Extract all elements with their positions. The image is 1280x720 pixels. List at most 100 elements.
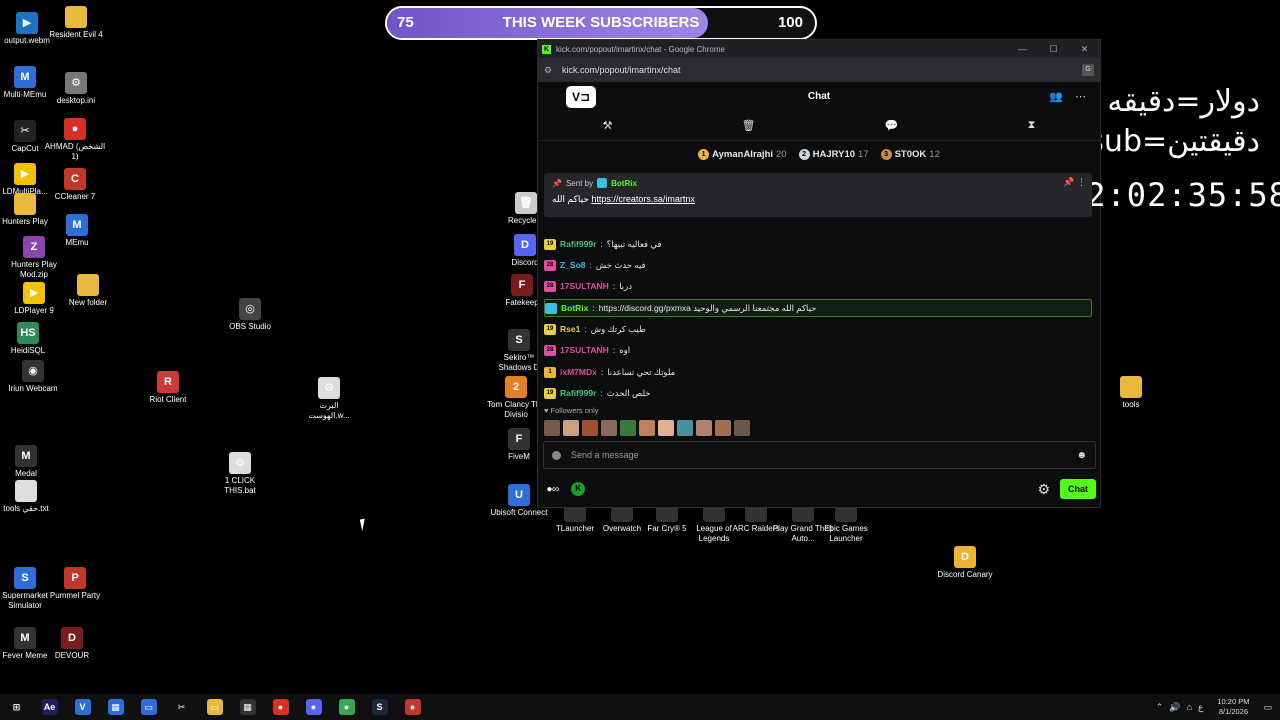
network-icon[interactable]: ⌂ [1187,702,1192,712]
desktop-icon-obs-studio[interactable]: ◎ OBS Studio [219,298,281,332]
maximize-icon[interactable]: ☐ [1038,44,1069,55]
pinned-link[interactable]: https://creators.sa/imartnx [591,194,695,204]
desktop-icon-click-this-bat[interactable]: ⚙ 1 CLICK THIS.bat [209,452,271,496]
users-icon[interactable]: 👥 [1049,90,1063,103]
desktop-icon-tools-folder[interactable]: tools [1100,376,1162,410]
taskbar-button[interactable]: ▭ [198,694,231,720]
leaderboard-entry[interactable]: 3 ST0OK 12 [880,148,940,160]
minimize-icon[interactable]: — [1007,44,1038,55]
notifications-icon[interactable]: ▭ [1263,702,1272,713]
follower-avatar[interactable] [696,420,712,436]
follower-avatar[interactable] [620,420,636,436]
taskbar-button[interactable]: ▦ [99,694,132,720]
follower-avatar[interactable] [715,420,731,436]
rank-medal-icon: 3 [880,148,892,160]
follower-avatar[interactable] [658,420,674,436]
taskbar-button[interactable]: S [363,694,396,720]
translate-icon[interactable]: G [1082,64,1094,76]
ldplayer-icon: ▶ [23,282,45,304]
tray-chevron-icon[interactable]: ⌃ [1156,702,1164,713]
pinned-message[interactable]: 📌 Sent by BotRix https://creators.sa/ima… [544,173,1092,217]
chat-username[interactable]: Rse1 [560,324,580,334]
hourglass-icon[interactable]: ⧗ [1028,119,1036,132]
url-text[interactable]: kick.com/popout/imartinx/chat [562,65,681,75]
taskbar-button[interactable]: ▭ [132,694,165,720]
chat-message[interactable]: 19 Rafif999r: خلص الحدث [544,384,1092,402]
desktop-icon-pummel-party[interactable]: P Pummel Party [44,567,106,601]
chat-message[interactable]: BotRix: https://discord.gg/pxmxa حياكم ال… [544,299,1092,317]
channel-logo[interactable]: V⊐ [566,85,596,108]
more-options-icon[interactable]: ⋯ [1075,90,1086,103]
taskbar-button[interactable]: Ae [33,694,66,720]
site-info-icon[interactable]: ⚙ [544,65,554,76]
chat-input[interactable]: Send a message ☻ [543,441,1096,469]
steam-icon: S [371,699,388,715]
taskbar-button[interactable]: ● [264,694,297,720]
desktop-icon-label: OBS Studio [229,322,271,331]
follower-avatar[interactable] [639,420,655,436]
desktop-icon-iriun-webcam[interactable]: ◉ Iriun Webcam [2,360,64,394]
settings-gear-icon[interactable]: ⚙ [1037,481,1050,498]
desktop-icon-discord-canary[interactable]: D Discord Canary [934,546,996,580]
chat-username[interactable]: 17SULTANH [560,345,609,355]
desktop-icon-devour[interactable]: D DEVOUR [41,627,103,661]
taskbar-button[interactable]: ● [297,694,330,720]
chat-bubble-icon[interactable]: 💬 [885,119,899,132]
follower-avatar[interactable] [601,420,617,436]
desktop-icon-ahmad-chrome[interactable]: ● AHMAD (الشخص 1) [44,118,106,162]
desktop-icon-ldplayer-9[interactable]: ▶ LDPlayer 9 [3,282,65,316]
chat-username[interactable]: Rafif999r [560,388,596,398]
leaderboard-count: 17 [858,148,869,160]
desktop-icon-riot-client[interactable]: R Riot Client [137,371,199,405]
chat-username[interactable]: Z_So8 [560,260,586,270]
chat-message[interactable]: 28 17SULTANH: دربا [544,277,1092,295]
desktop-icon-hunters-play-mod[interactable]: Z Hunters Play Mod.zip [3,236,65,280]
chat-message[interactable]: 28 17SULTANH: اوه [544,341,1092,359]
calendar-app-icon: ▦ [239,699,256,715]
ban-hammer-icon[interactable]: ⚒ [603,119,613,132]
chat-username[interactable]: Rafif999r [560,239,596,249]
send-chat-button[interactable]: Chat [1060,479,1096,499]
desktop-icon-desktop-ini[interactable]: ⚙ desktop.ini [45,72,107,106]
desktop-icon-tools-txt[interactable]: tools حقي.txt [0,480,57,514]
taskbar-button[interactable]: ⊞ [0,694,33,720]
leaderboard-entry[interactable]: 1 AymanAlrajhi 20 [698,148,787,160]
follower-avatar[interactable] [544,420,560,436]
trash-icon[interactable]: 🗑 [742,119,756,132]
chat-message[interactable]: 19 Rse1: طيب كرتك وش [544,320,1092,338]
channel-points-icon[interactable]: ⦁∞ [547,484,559,495]
follower-avatar[interactable] [582,420,598,436]
taskbar-button[interactable]: ✂ [165,694,198,720]
follower-avatar[interactable] [677,420,693,436]
riot-icon: R [157,371,179,393]
window-titlebar[interactable]: K kick.com/popout/imartinx/chat - Google… [538,40,1100,58]
chat-username[interactable]: ixM7MDx [560,367,597,377]
desktop-icon-resident-evil-4[interactable]: Resident Evil 4 [45,6,107,40]
desktop-icon-heidisql[interactable]: HS HeidiSQL [0,322,59,356]
follower-avatar[interactable] [734,420,750,436]
desktop-icon-new-folder[interactable]: New folder [57,274,119,308]
kick-rewards-icon[interactable]: K [571,482,586,496]
chat-message[interactable]: 28 Z_So8: فيه حدث خش [544,256,1092,274]
taskbar-button[interactable]: V [66,694,99,720]
volume-icon[interactable]: 🔊 [1169,702,1180,713]
chat-username[interactable]: 17SULTANH [560,281,609,291]
taskbar-button[interactable]: ▦ [231,694,264,720]
leaderboard-entry[interactable]: 2 HAJRY10 17 [798,148,869,160]
url-bar[interactable]: ⚙ kick.com/popout/imartinx/chat G [538,58,1100,82]
ldplayer-icon: ▶ [14,163,36,185]
taskbar-button[interactable]: ● [396,694,429,720]
chat-message[interactable]: 19 Rafif999r: في فعاليه تبيها؟ [544,235,1092,253]
emoji-icon[interactable]: ☻ [1076,450,1087,461]
desktop-icon-arabic-bat[interactable]: ⚙ البرت الهوست.w... [298,377,360,421]
clock[interactable]: 10:20 PM 8/1/2026 [1217,697,1249,717]
chat-input-placeholder[interactable]: Send a message [571,450,639,460]
unpin-icon[interactable]: 📌 ⋮ [1063,177,1086,188]
chat-username[interactable]: BotRix [561,303,588,313]
follower-avatar[interactable] [563,420,579,436]
taskbar-button[interactable]: ● [330,694,363,720]
chat-message[interactable]: 1 ixM7MDx: ملوتك تحي تساعدنا [544,363,1092,381]
keyboard-language[interactable]: ع [1198,702,1203,713]
desktop-icon-medal[interactable]: M Medal [0,445,57,479]
close-icon[interactable]: ✕ [1069,44,1100,55]
